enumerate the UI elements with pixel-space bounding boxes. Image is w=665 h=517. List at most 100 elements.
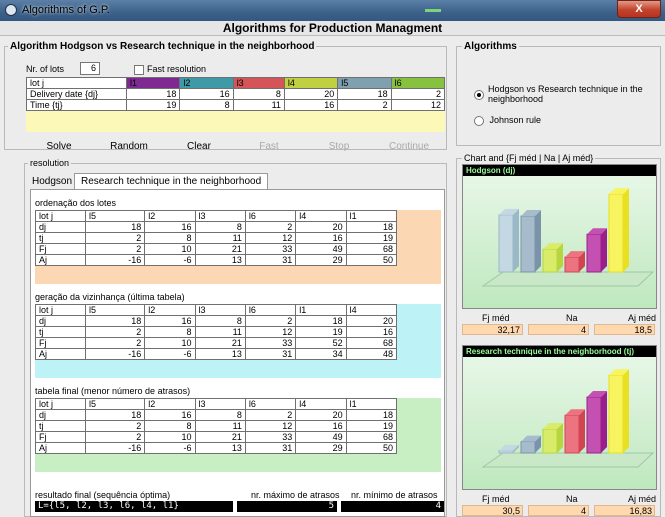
table-cell: 8 (144, 420, 196, 432)
research-chart-title: Research technique in the neighborhood (… (463, 346, 656, 357)
table-cell: 50 (345, 254, 398, 266)
table-cell: l5 (84, 304, 146, 316)
chart1-fj-label: Fj méd (482, 313, 510, 323)
row-label: tj (35, 326, 86, 338)
table-cell: 16 (144, 221, 196, 233)
research-chart-floor (481, 452, 655, 468)
table-cell: 10 (144, 243, 196, 255)
input-cell[interactable]: 16 (283, 99, 339, 111)
solve-button[interactable]: Solve (26, 140, 92, 154)
resolution-panel: ordenação dos lotes lot j l5 l2 l3 l6 l4 l1 dj 18… (30, 189, 445, 517)
clear-button[interactable]: Clear (166, 140, 232, 154)
table-cell: 16 (144, 409, 196, 421)
row-label: Fj (35, 337, 86, 349)
table-cell: 21 (194, 431, 246, 443)
input-cell[interactable]: 19 (125, 99, 181, 111)
final-sequence-value: L={l5, l2, l3, l6, l4, l1} (35, 501, 233, 512)
radio-hodgson-button[interactable] (474, 90, 484, 100)
fast-button[interactable]: Fast (236, 140, 302, 154)
chart1-fj-value: 32,17 (462, 324, 523, 335)
table-cell: -16 (84, 254, 146, 266)
input-cell[interactable]: 20 (283, 88, 339, 100)
table-row: dj 18 16 8 2 20 18 (35, 221, 398, 233)
table-cell: 31 (244, 442, 297, 454)
continue-button[interactable]: Continue (376, 140, 442, 154)
radio-hodgson-label: Hodgson vs Research technique in the nei… (488, 84, 643, 104)
table-row: lot j l5 l2 l3 l6 l4 l1 (35, 398, 398, 410)
table-cell: l1 (345, 210, 398, 222)
input-cell[interactable]: 11 (232, 99, 285, 111)
radio-johnson-label: Johnson rule (489, 115, 542, 125)
input-cell[interactable]: 12 (390, 99, 446, 111)
table-cell: 49 (295, 431, 347, 443)
table-cell: 13 (194, 254, 246, 266)
row-label: dj (35, 409, 86, 421)
input-cell[interactable]: 8 (232, 88, 285, 100)
table-cell: 20 (295, 409, 347, 421)
row-label: lot j (35, 304, 86, 316)
table-cell: 2 (84, 420, 146, 432)
stop-button[interactable]: Stop (306, 140, 372, 154)
app-icon (5, 4, 17, 16)
hodgson-chart-bar (608, 188, 629, 273)
input-table-row: Delivery date {dj} 18 16 8 20 18 2 (26, 88, 446, 100)
result-table-title: geração da vizinhança (última tabela) (35, 292, 185, 302)
table-cell: 68 (345, 337, 398, 349)
table-cell: -16 (84, 442, 146, 454)
input-cell[interactable]: 18 (125, 88, 181, 100)
row-label: Aj (35, 348, 86, 360)
table-cell: 2 (244, 409, 297, 421)
table-cell: 11 (194, 420, 246, 432)
table-cell: 8 (144, 326, 196, 338)
lot-header-cell: l4 (283, 77, 339, 89)
row-label: lot j (35, 398, 86, 410)
table-cell: l3 (194, 304, 246, 316)
result-table-area: lot j l5 l2 l3 l6 l4 l1 dj 18 16 8 2 20 18 tj 2 8 11 12 16 1… (35, 210, 441, 284)
row-label: Fj (35, 243, 86, 255)
input-cell[interactable]: 2 (337, 99, 392, 111)
close-button[interactable]: X (617, 0, 661, 18)
table-cell: 18 (345, 221, 398, 233)
table-cell: -6 (144, 442, 196, 454)
tab-research-technique[interactable]: Research technique in the neighborhood (74, 173, 269, 189)
row-label: Aj (35, 442, 86, 454)
fast-resolution-box[interactable] (134, 64, 144, 75)
radio-johnson-button[interactable] (474, 115, 484, 126)
min-delays-value: 4 (341, 501, 444, 512)
input-row-label: Time {tj} (26, 99, 127, 111)
input-cell[interactable]: 18 (337, 88, 392, 100)
table-cell: 19 (345, 232, 398, 244)
radio-hodgson[interactable]: Hodgson vs Research technique in the nei… (474, 84, 658, 104)
table-cell: 31 (244, 348, 297, 360)
row-label: dj (35, 315, 86, 327)
chart1-aj-label: Aj méd (628, 313, 657, 323)
table-cell: 34 (295, 348, 347, 360)
input-table-row: Time {tj} 19 8 11 16 2 12 (26, 99, 446, 111)
table-row: dj 18 16 8 2 20 18 (35, 409, 398, 421)
fast-resolution-checkbox[interactable]: Fast resolution (134, 64, 206, 75)
hodgson-chart-title: Hodgson (dj) (463, 165, 656, 176)
result-table-block: tabela final (menor número de atrasos) lo… (35, 386, 441, 472)
random-button[interactable]: Random (96, 140, 162, 154)
lot-header-cell: l6 (390, 77, 446, 89)
research-chart-bar (542, 423, 563, 454)
result-table: lot j l5 l2 l3 l6 l4 l1 dj 18 16 8 2 20 18 tj 2 8 11 12 16 1… (35, 398, 398, 454)
table-cell: l3 (194, 398, 246, 410)
input-row-label: lot j (26, 77, 127, 89)
table-cell: 2 (84, 337, 146, 349)
input-cell[interactable]: 2 (390, 88, 446, 100)
radio-johnson[interactable]: Johnson rule (474, 115, 541, 126)
nr-lots-input[interactable]: 6 (80, 62, 100, 75)
input-table: lot j l1 l2 l3 l4 l5 l6 Delivery date {dj} 18 16 8… (26, 77, 446, 111)
research-chart: Research technique in the neighborhood (… (462, 345, 657, 490)
input-cell[interactable]: 8 (179, 99, 234, 111)
charts-group-label: Chart and {Fj méd | Na | Aj méd} (462, 153, 596, 163)
table-cell: l6 (244, 398, 297, 410)
result-table-title: tabela final (menor número de atrasos) (35, 386, 191, 396)
input-cell[interactable]: 16 (179, 88, 234, 100)
tab-hodgson[interactable]: Hodgson (32, 176, 72, 187)
chart2-aj-label: Aj méd (628, 494, 657, 504)
table-cell: l2 (144, 398, 196, 410)
research-chart-bar (498, 444, 519, 454)
hodgson-chart-bar (542, 243, 563, 273)
